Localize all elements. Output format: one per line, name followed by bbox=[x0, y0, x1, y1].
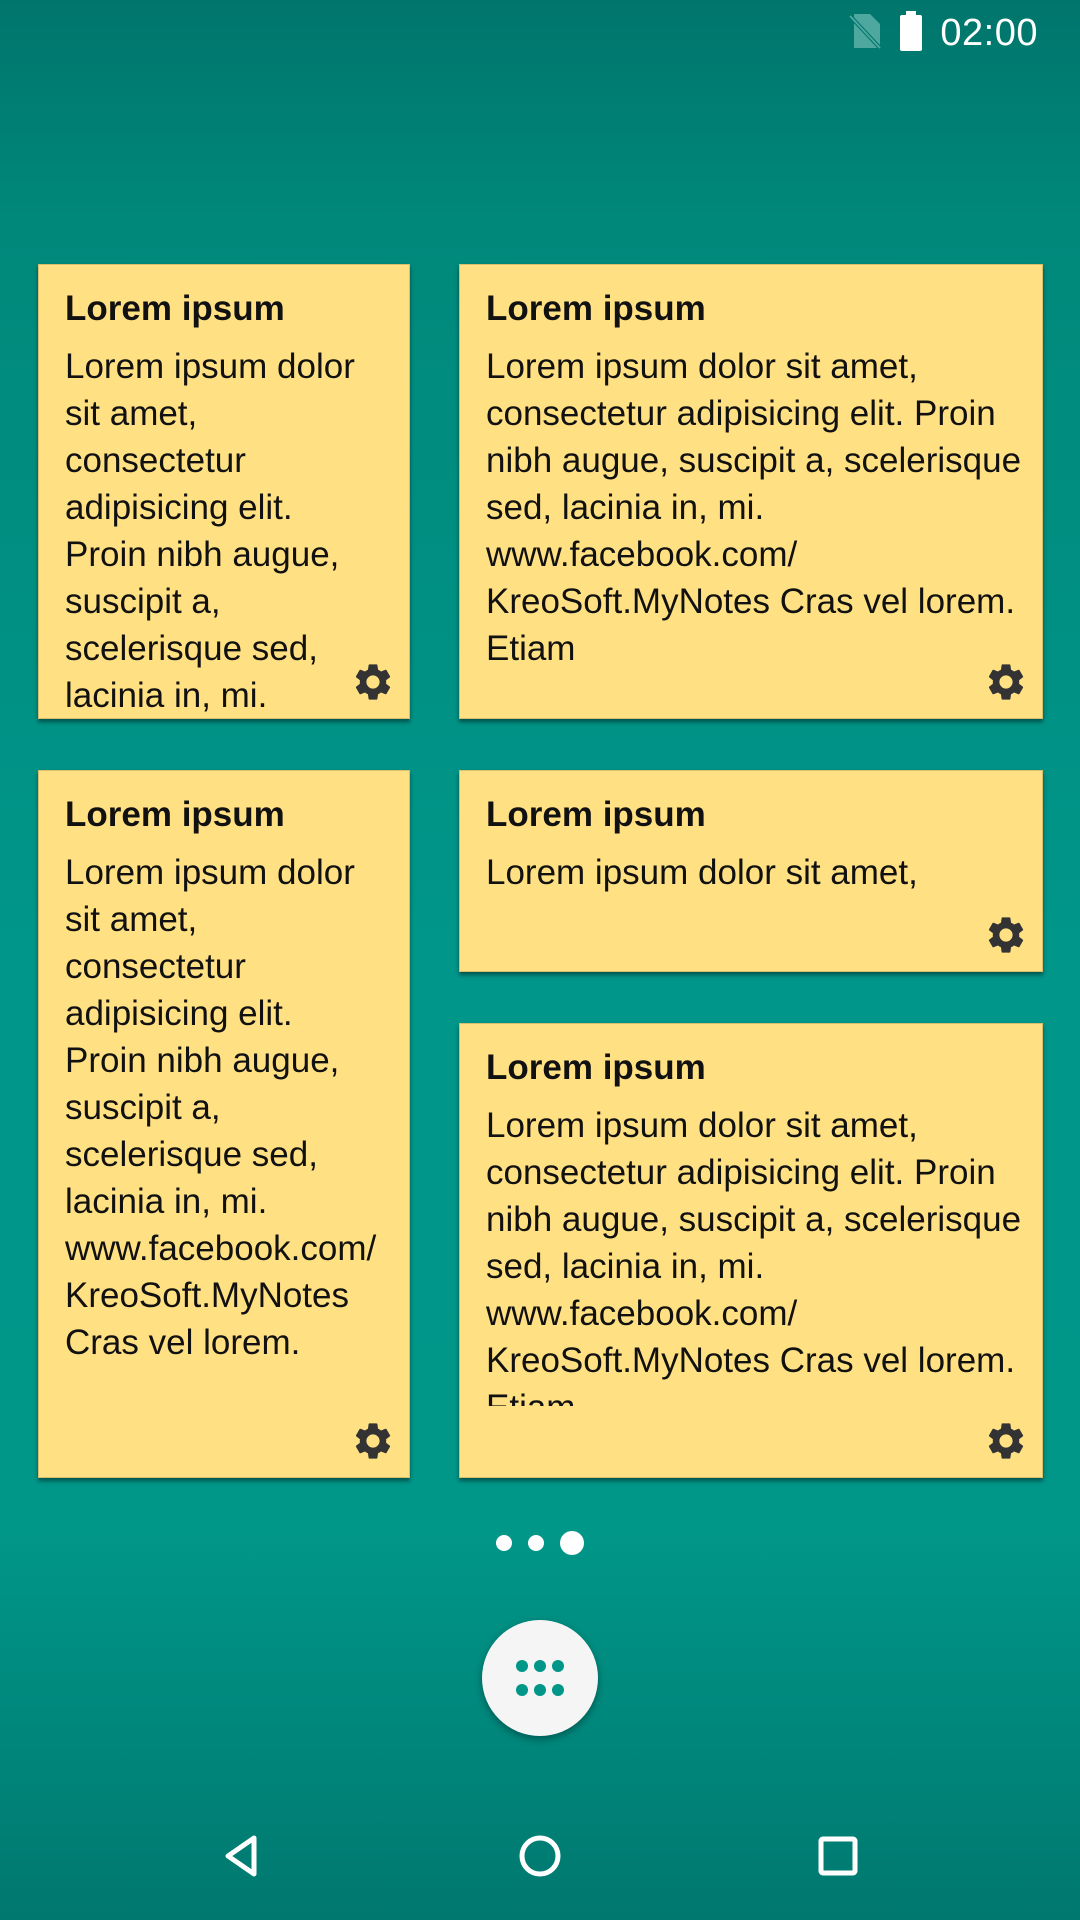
status-icons: 02:00 bbox=[848, 10, 1038, 56]
note-widget[interactable]: Lorem ipsum Lorem ipsum dolor sit amet, … bbox=[459, 1023, 1043, 1478]
app-drawer-button[interactable] bbox=[482, 1620, 598, 1736]
page-dot-2[interactable] bbox=[528, 1535, 544, 1551]
note-widget[interactable]: Lorem ipsum Lorem ipsum dolor sit amet, … bbox=[38, 264, 410, 719]
gear-icon[interactable] bbox=[351, 1419, 395, 1463]
battery-full-icon bbox=[900, 11, 923, 55]
note-body: Lorem ipsum dolor sit amet, consectetur … bbox=[486, 1106, 1022, 1406]
note-widget[interactable]: Lorem ipsum Lorem ipsum dolor sit amet, bbox=[459, 770, 1043, 972]
back-icon[interactable] bbox=[212, 1826, 272, 1886]
note-title: Lorem ipsum bbox=[486, 289, 706, 328]
no-sim-icon bbox=[848, 12, 882, 54]
home-icon[interactable] bbox=[510, 1826, 570, 1886]
note-title: Lorem ipsum bbox=[486, 795, 706, 834]
note-body: Lorem ipsum dolor sit amet, consectetur … bbox=[65, 347, 355, 715]
app-drawer-icon bbox=[516, 1660, 564, 1696]
note-title: Lorem ipsum bbox=[65, 289, 285, 328]
note-body: Lorem ipsum dolor sit amet, consectetur … bbox=[65, 853, 377, 1362]
gear-icon[interactable] bbox=[984, 913, 1028, 957]
page-dot-1[interactable] bbox=[496, 1535, 512, 1551]
note-title: Lorem ipsum bbox=[65, 795, 285, 834]
gear-icon[interactable] bbox=[984, 1419, 1028, 1463]
note-body: Lorem ipsum dolor sit amet, bbox=[486, 853, 918, 892]
note-widget[interactable]: Lorem ipsum Lorem ipsum dolor sit amet, … bbox=[459, 264, 1043, 719]
status-bar: 02:00 bbox=[0, 0, 1080, 66]
page-indicator[interactable] bbox=[0, 1531, 1080, 1555]
gear-icon[interactable] bbox=[351, 660, 395, 704]
page-dot-3-active[interactable] bbox=[560, 1531, 584, 1555]
recents-icon[interactable] bbox=[808, 1826, 868, 1886]
status-time: 02:00 bbox=[940, 11, 1038, 54]
note-widget[interactable]: Lorem ipsum Lorem ipsum dolor sit amet, … bbox=[38, 770, 410, 1478]
navigation-bar bbox=[0, 1790, 1080, 1920]
note-body: Lorem ipsum dolor sit amet, consectetur … bbox=[486, 347, 1022, 668]
gear-icon[interactable] bbox=[984, 660, 1028, 704]
note-title: Lorem ipsum bbox=[486, 1048, 706, 1087]
